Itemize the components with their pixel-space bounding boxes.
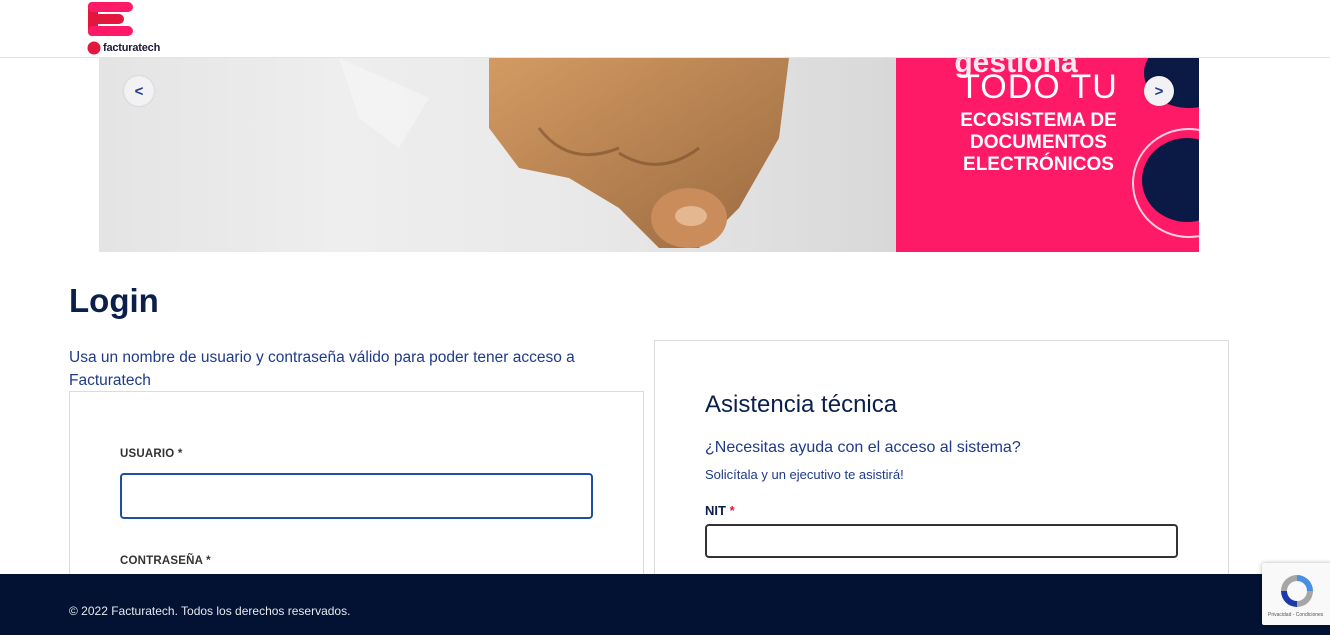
password-label: CONTRASEÑA * bbox=[120, 555, 211, 567]
banner-subheadline-line: ELECTRÓNICOS bbox=[963, 154, 1114, 175]
username-input[interactable] bbox=[120, 473, 593, 519]
page-title: Login bbox=[69, 282, 159, 319]
facturatech-logo[interactable]: facturatech bbox=[87, 2, 167, 56]
carousel-prev-button[interactable]: < bbox=[124, 76, 154, 106]
required-asterisk: * bbox=[729, 503, 735, 518]
login-instructions: Usa un nombre de usuario y contraseña vá… bbox=[69, 349, 575, 389]
recaptcha-links[interactable]: Privacidad - Condiciones bbox=[1268, 612, 1323, 618]
nit-input[interactable] bbox=[705, 524, 1178, 558]
banner-headline: TODO TU bbox=[959, 68, 1118, 106]
hand-illustration bbox=[339, 58, 789, 248]
carousel-next-button[interactable]: > bbox=[1144, 76, 1174, 106]
support-title: Asistencia técnica bbox=[705, 391, 898, 418]
username-label: USUARIO * bbox=[120, 448, 183, 460]
banner-subheadline-line: ECOSISTEMA DE bbox=[960, 110, 1117, 131]
promo-carousel: gestiona TODO TU ECOSISTEMA DE DOCUMENTO… bbox=[99, 58, 1199, 252]
recaptcha-badge[interactable]: Privacidad - Condiciones bbox=[1262, 563, 1330, 625]
recaptcha-icon bbox=[1281, 575, 1313, 607]
logo-wordmark: facturatech bbox=[103, 42, 161, 54]
support-subtitle: Solicítala y un ejecutivo te asistirá! bbox=[705, 467, 904, 482]
support-form: Asistencia técnica ¿Necesitas ayuda con … bbox=[654, 340, 1229, 590]
login-form: USUARIO * CONTRASEÑA * bbox=[69, 391, 644, 591]
nit-label-text: NIT bbox=[705, 503, 726, 518]
nit-label: NIT * bbox=[705, 503, 735, 518]
banner-subheadline: ECOSISTEMA DE DOCUMENTOS ELECTRÓNICOS bbox=[896, 110, 1181, 176]
banner-subheadline-line: DOCUMENTOS bbox=[970, 132, 1107, 153]
copyright-text: © 2022 Facturatech. Todos los derechos r… bbox=[69, 604, 351, 618]
site-footer: © 2022 Facturatech. Todos los derechos r… bbox=[0, 574, 1330, 635]
support-question: ¿Necesitas ayuda con el acceso al sistem… bbox=[705, 439, 1021, 456]
banner-photo bbox=[99, 58, 896, 252]
site-header: facturatech bbox=[0, 0, 1330, 58]
